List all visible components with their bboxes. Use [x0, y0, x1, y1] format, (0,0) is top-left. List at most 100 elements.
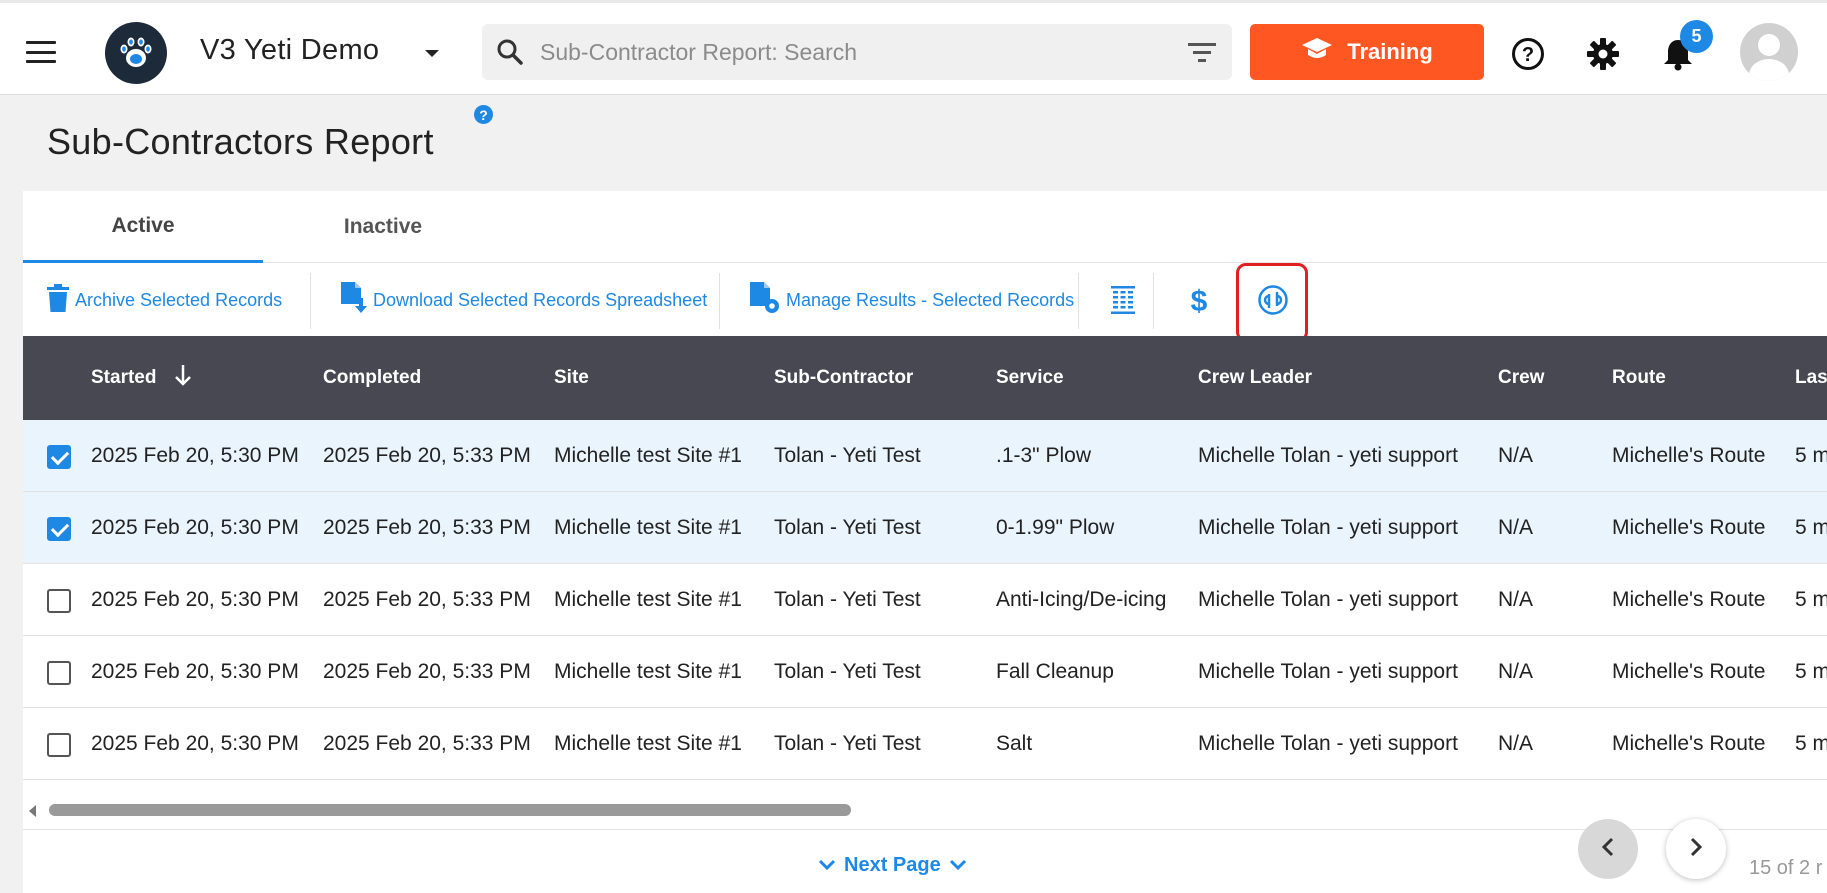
cell-sub-contractor: Tolan - Yeti Test	[774, 732, 921, 755]
next-page-link[interactable]: Next Page	[818, 854, 967, 877]
column-header-service[interactable]: Service	[996, 336, 1064, 420]
column-header-route[interactable]: Route	[1612, 336, 1666, 420]
scrollbar-thumb[interactable]	[49, 804, 851, 816]
filter-icon[interactable]	[1188, 41, 1216, 68]
sort-arrow-down-icon	[174, 363, 192, 393]
column-header-completed[interactable]: Completed	[323, 336, 421, 420]
cell-last: 5 m	[1795, 660, 1827, 683]
column-header-sub-contractor[interactable]: Sub-Contractor	[774, 336, 913, 420]
archive-label: Archive Selected Records	[75, 289, 283, 310]
download-spreadsheet-button[interactable]: Download Selected Records Spreadsheet	[341, 263, 707, 337]
cell-completed: 2025 Feb 20, 5:33 PM	[323, 516, 531, 539]
cell-last: 5 m	[1795, 444, 1827, 467]
table-row[interactable]: 2025 Feb 20, 5:30 PM 2025 Feb 20, 5:33 P…	[23, 420, 1827, 492]
column-header-started[interactable]: Started	[91, 336, 192, 420]
search-bar	[482, 24, 1232, 80]
scroll-left-arrow-icon[interactable]	[29, 805, 36, 817]
row-checkbox[interactable]	[47, 661, 71, 685]
file-settings-icon	[750, 281, 780, 319]
cell-route: Michelle's Route	[1612, 660, 1766, 683]
cell-site: Michelle test Site #1	[554, 732, 742, 755]
cell-crew-leader: Michelle Tolan - yeti support	[1198, 588, 1458, 611]
cell-crew-leader: Michelle Tolan - yeti support	[1198, 660, 1458, 683]
cell-started: 2025 Feb 20, 5:30 PM	[91, 444, 299, 467]
cell-completed: 2025 Feb 20, 5:33 PM	[323, 660, 531, 683]
chevron-left-icon	[1601, 837, 1615, 862]
row-checkbox[interactable]	[47, 517, 71, 541]
app-title[interactable]: V3 Yeti Demo	[200, 34, 379, 67]
cell-site: Michelle test Site #1	[554, 444, 742, 467]
horizontal-scrollbar[interactable]	[23, 801, 1827, 819]
columns-icon[interactable]	[1103, 263, 1143, 337]
cell-crew: N/A	[1498, 732, 1534, 755]
graduation-cap-icon	[1301, 36, 1333, 68]
svg-text:?: ?	[1522, 44, 1534, 66]
table-row[interactable]: 2025 Feb 20, 5:30 PM 2025 Feb 20, 5:33 P…	[23, 708, 1827, 780]
yeti-paw-logo[interactable]	[105, 22, 167, 84]
row-checkbox[interactable]	[47, 445, 71, 469]
cell-service: Salt	[996, 732, 1033, 755]
manage-label: Manage Results - Selected Records	[786, 289, 1075, 310]
next-page-button[interactable]	[1666, 819, 1726, 879]
download-label: Download Selected Records Spreadsheet	[373, 289, 708, 310]
cell-crew: N/A	[1498, 660, 1534, 683]
archive-selected-button[interactable]: Archive Selected Records	[47, 263, 282, 337]
quickbooks-highlight	[1236, 263, 1308, 342]
cell-completed: 2025 Feb 20, 5:33 PM	[323, 732, 531, 755]
cell-crew: N/A	[1498, 588, 1534, 611]
avatar[interactable]	[1740, 23, 1798, 81]
cell-started: 2025 Feb 20, 5:30 PM	[91, 732, 299, 755]
column-label: Started	[91, 367, 157, 388]
training-label: Training	[1347, 39, 1433, 64]
tab-inactive[interactable]: Inactive	[263, 191, 503, 263]
toolbar-divider	[1153, 273, 1154, 329]
column-header-crew[interactable]: Crew	[1498, 336, 1544, 420]
help-icon[interactable]: ?	[1511, 37, 1545, 71]
cell-started: 2025 Feb 20, 5:30 PM	[91, 660, 299, 683]
chevron-down-icon[interactable]	[425, 50, 439, 57]
cell-crew-leader: Michelle Tolan - yeti support	[1198, 732, 1458, 755]
report-card: Active Inactive Archive Selected Records…	[23, 191, 1827, 893]
file-download-icon	[341, 281, 367, 319]
pagination-footer: Next Page 15 of 2 r	[23, 819, 1827, 893]
help-tooltip-icon[interactable]: ?	[474, 105, 493, 124]
page-count: 15 of 2 r	[1749, 857, 1823, 879]
row-checkbox[interactable]	[47, 589, 71, 613]
cell-last: 5 m	[1795, 516, 1827, 539]
cell-route: Michelle's Route	[1612, 516, 1766, 539]
next-page-label: Next Page	[844, 854, 941, 876]
cell-sub-contractor: Tolan - Yeti Test	[774, 516, 921, 539]
table-row[interactable]: 2025 Feb 20, 5:30 PM 2025 Feb 20, 5:33 P…	[23, 636, 1827, 708]
svg-text:$: $	[1191, 285, 1208, 316]
toolbar-divider	[1078, 273, 1079, 329]
tab-active[interactable]: Active	[23, 191, 263, 263]
search-input[interactable]	[540, 34, 1140, 70]
cell-service: Anti-Icing/De-icing	[996, 588, 1167, 611]
cell-sub-contractor: Tolan - Yeti Test	[774, 660, 921, 683]
top-bar: V3 Yeti Demo Training ?	[0, 0, 1827, 95]
cell-crew: N/A	[1498, 516, 1534, 539]
previous-page-button[interactable]	[1578, 819, 1638, 879]
cell-started: 2025 Feb 20, 5:30 PM	[91, 516, 299, 539]
row-checkbox[interactable]	[47, 733, 71, 757]
cell-site: Michelle test Site #1	[554, 660, 742, 683]
toolbar: Archive Selected Records Download Select…	[23, 263, 1827, 337]
search-icon	[496, 38, 524, 71]
gear-icon[interactable]	[1586, 37, 1620, 71]
cell-service: Fall Cleanup	[996, 660, 1114, 683]
column-header-last[interactable]: Last	[1795, 336, 1827, 420]
column-header-site[interactable]: Site	[554, 336, 589, 420]
table-row[interactable]: 2025 Feb 20, 5:30 PM 2025 Feb 20, 5:33 P…	[23, 564, 1827, 636]
training-button[interactable]: Training	[1250, 24, 1484, 80]
notification-badge[interactable]: 5	[1680, 20, 1713, 53]
cell-last: 5 m	[1795, 588, 1827, 611]
manage-results-button[interactable]: Manage Results - Selected Records	[750, 263, 1074, 337]
dollar-icon[interactable]: $	[1179, 263, 1219, 337]
hamburger-menu-icon[interactable]	[26, 41, 56, 63]
table-row[interactable]: 2025 Feb 20, 5:30 PM 2025 Feb 20, 5:33 P…	[23, 492, 1827, 564]
cell-crew-leader: Michelle Tolan - yeti support	[1198, 444, 1458, 467]
toolbar-divider	[310, 273, 311, 329]
tab-bar: Active Inactive	[23, 191, 1827, 263]
cell-completed: 2025 Feb 20, 5:33 PM	[323, 444, 531, 467]
column-header-crew-leader[interactable]: Crew Leader	[1198, 336, 1312, 420]
